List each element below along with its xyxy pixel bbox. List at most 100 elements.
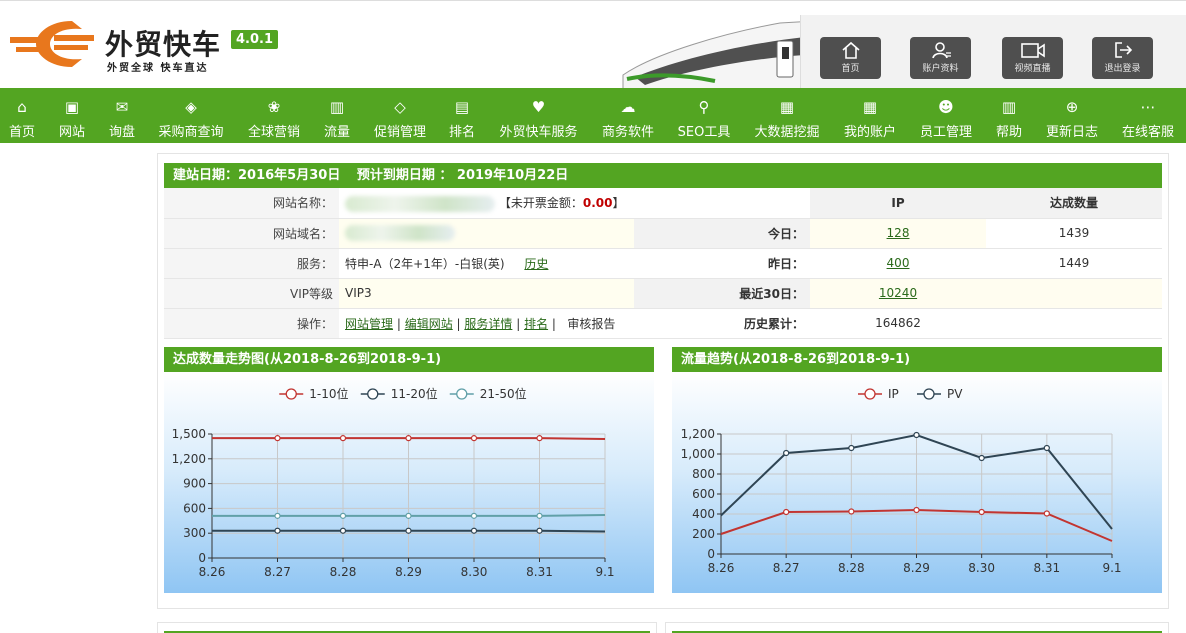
nav-label: 商务软件 [601,125,654,140]
nav-label: 在线客服 [1121,125,1174,140]
yesterday-ip[interactable]: 400 [810,248,986,279]
table-row: 网站域名： 今日： 128 1439 [164,218,1162,249]
nav-item-12[interactable]: ▦ 我的账户 [836,88,904,143]
nav-item-15[interactable]: ⊕ 更新日志 [1038,88,1106,143]
data-point[interactable] [274,512,281,519]
data-point[interactable] [339,435,347,442]
nav-item-6[interactable]: ◇ 促销管理 [366,88,434,143]
x-tick-label: 8.28 [838,561,865,575]
data-point[interactable] [536,527,543,534]
service-text: 特申-A（2年+1年）-白银(英) [345,256,505,271]
site-info-table: 网站名称： 【未开票金额：0.00】 IP 达成数量 网站域名： 今日： 128… [164,188,1162,339]
home-button[interactable]: 首页 [820,37,881,79]
data-point[interactable] [978,508,985,516]
data-point[interactable] [913,506,920,514]
nav-item-16[interactable]: ⋯ 在线客服 [1114,88,1182,143]
legend-label[interactable]: PV [947,387,963,401]
nav-icon: ▣ [64,98,80,116]
data-point[interactable] [470,512,478,519]
total-ip: 164862 [810,308,986,339]
nav-label: SEO工具 [677,125,731,140]
legend-label[interactable]: 11-20位 [391,386,438,401]
ops-label: 操作： [164,308,339,339]
nav-item-8[interactable]: ♥ 外贸快车服务 [491,88,586,143]
data-point[interactable] [848,444,855,452]
data-point[interactable] [848,508,855,515]
legend-label[interactable]: 1-10位 [309,386,348,401]
traffic-chart: 0 200 400 600 800 1,000 1,200 8.26 8.27 8.28 8.29 8… [681,387,1122,575]
data-point[interactable] [470,435,478,442]
nav-item-4[interactable]: ❀ 全球营销 [240,88,308,143]
header-button-bar: 首页 账户资料 视频直播 退出登录 [800,15,1186,89]
total-count [986,308,1162,339]
logout-button-label: 退出登录 [1104,64,1141,74]
y-tick-label: 800 [692,467,715,481]
data-point[interactable] [405,527,412,534]
video-live-button[interactable]: 视频直播 [1002,37,1063,79]
build-date: 建站日期：2016年5月30日 [173,168,341,183]
nav-label: 帮助 [995,125,1022,140]
train-illustration [622,20,815,89]
nav-label: 询盘 [108,125,135,140]
today-ip-link[interactable]: 128 [887,226,910,240]
legend-marker [864,388,876,400]
data-point[interactable] [339,527,347,534]
nav-item-11[interactable]: ▦ 大数据挖掘 [746,88,828,143]
legend-label[interactable]: 21-50位 [480,386,527,401]
service-detail-link[interactable]: 服务详情 [464,317,512,331]
nav-item-14[interactable]: ▥ 帮助 [988,88,1030,143]
logout-button[interactable]: 退出登录 [1092,37,1153,79]
last30-ip-link[interactable]: 10240 [879,286,917,300]
ranking-link[interactable]: 排名 [524,317,548,331]
data-point[interactable] [783,449,790,457]
nav-item-3[interactable]: ◈ 采购商查询 [150,88,232,143]
nav-item-10[interactable]: ⚲ SEO工具 [670,88,738,143]
achievement-chart: 0 300 600 900 1,200 1,500 8.26 8.27 8.28 8.29 8.30… [172,386,615,579]
account-button[interactable]: 账户资料 [910,37,971,79]
nav-item-0[interactable]: ⌂ 首页 [0,88,44,143]
nav-item-13[interactable]: ☻ 员工管理 [912,88,980,143]
data-point[interactable] [783,508,790,516]
data-point[interactable] [536,512,543,519]
nav-item-7[interactable]: ▤ 排名 [441,88,483,143]
nav-icon: ☻ [938,98,954,116]
table-row: 服务： 特申-A（2年+1年）-白银(英) 历史 昨日： 400 1449 [164,248,1162,279]
data-point[interactable] [1043,444,1050,452]
data-point[interactable] [274,435,281,442]
today-ip[interactable]: 128 [810,218,986,249]
nav-label: 外贸快车服务 [499,125,578,140]
nav-item-5[interactable]: ▥ 流量 [316,88,358,143]
data-point[interactable] [470,527,478,534]
nav-item-9[interactable]: ☁ 商务软件 [594,88,662,143]
data-point[interactable] [913,431,920,439]
header: 外贸快车 外贸全球 快车直达 4.0.1 首页 账户资料 视频直播 退出登录 [0,0,1186,89]
table-row: 操作： 网站管理 | 编辑网站 | 服务详情 | 排名 | 审核报告 历史累计：… [164,308,1162,339]
nav-item-1[interactable]: ▣ 网站 [49,88,95,143]
data-point[interactable] [536,435,543,442]
data-point[interactable] [339,512,347,519]
service-label: 服务： [164,248,339,279]
x-tick-label: 8.26 [708,561,735,575]
x-tick-label: 8.30 [968,561,995,575]
nav-label: 我的账户 [843,125,896,140]
data-point[interactable] [978,454,985,462]
nav-item-2[interactable]: ✉ 询盘 [100,88,144,143]
y-tick-label: 0 [707,547,715,561]
legend-label[interactable]: IP [888,387,899,401]
data-point[interactable] [405,435,412,442]
edit-site-link[interactable]: 编辑网站 [405,317,453,331]
video-icon [1020,43,1045,58]
yesterday-ip-link[interactable]: 400 [887,256,910,270]
data-point[interactable] [274,527,281,534]
history-link[interactable]: 历史 [524,257,548,271]
audit-report-text: 审核报告 [567,316,616,331]
vip-label: VIP等级 [164,278,339,309]
site-manage-link[interactable]: 网站管理 [345,317,393,331]
service-value: 特申-A（2年+1年）-白银(英) 历史 [339,248,634,279]
data-point[interactable] [1043,510,1050,517]
legend-marker [367,388,379,400]
data-point[interactable] [405,512,412,519]
last30-ip[interactable]: 10240 [810,278,986,309]
nav-label: 采购商查询 [158,125,224,140]
nav-icon: ▤ [454,98,470,116]
